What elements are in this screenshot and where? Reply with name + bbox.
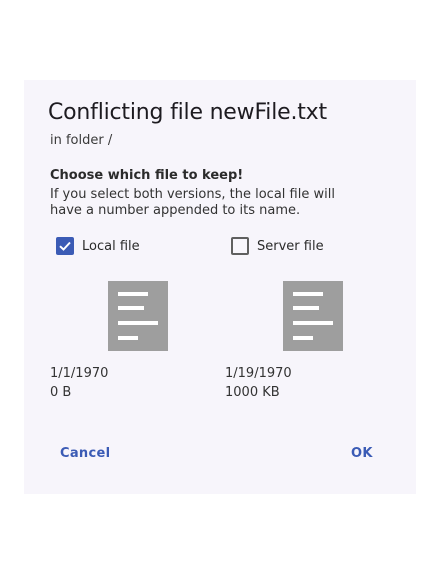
ok-button[interactable]: OK xyxy=(351,446,373,461)
local-file-date: 1/1/1970 xyxy=(50,366,109,381)
checkbox-empty-icon xyxy=(231,237,249,255)
local-file-checkbox[interactable]: Local file xyxy=(56,235,140,257)
dialog-subtitle: in folder / xyxy=(50,133,113,148)
dialog-title: Conflicting file newFile.txt xyxy=(48,100,327,125)
server-file-date: 1/19/1970 xyxy=(225,366,292,381)
cancel-button[interactable]: Cancel xyxy=(60,446,110,461)
choice-heading: Choose which file to keep! xyxy=(50,168,244,183)
check-icon xyxy=(56,237,74,255)
server-file-label: Server file xyxy=(257,238,324,254)
local-file-size: 0 B xyxy=(50,385,72,400)
server-file-size: 1000 KB xyxy=(225,385,280,400)
conflict-dialog: Conflicting file newFile.txt in folder /… xyxy=(24,80,416,494)
local-file-label: Local file xyxy=(82,238,140,254)
server-file-checkbox[interactable]: Server file xyxy=(231,235,324,257)
server-document-icon[interactable] xyxy=(283,281,343,351)
local-document-icon[interactable] xyxy=(108,281,168,351)
choice-description: If you select both versions, the local f… xyxy=(50,187,335,218)
